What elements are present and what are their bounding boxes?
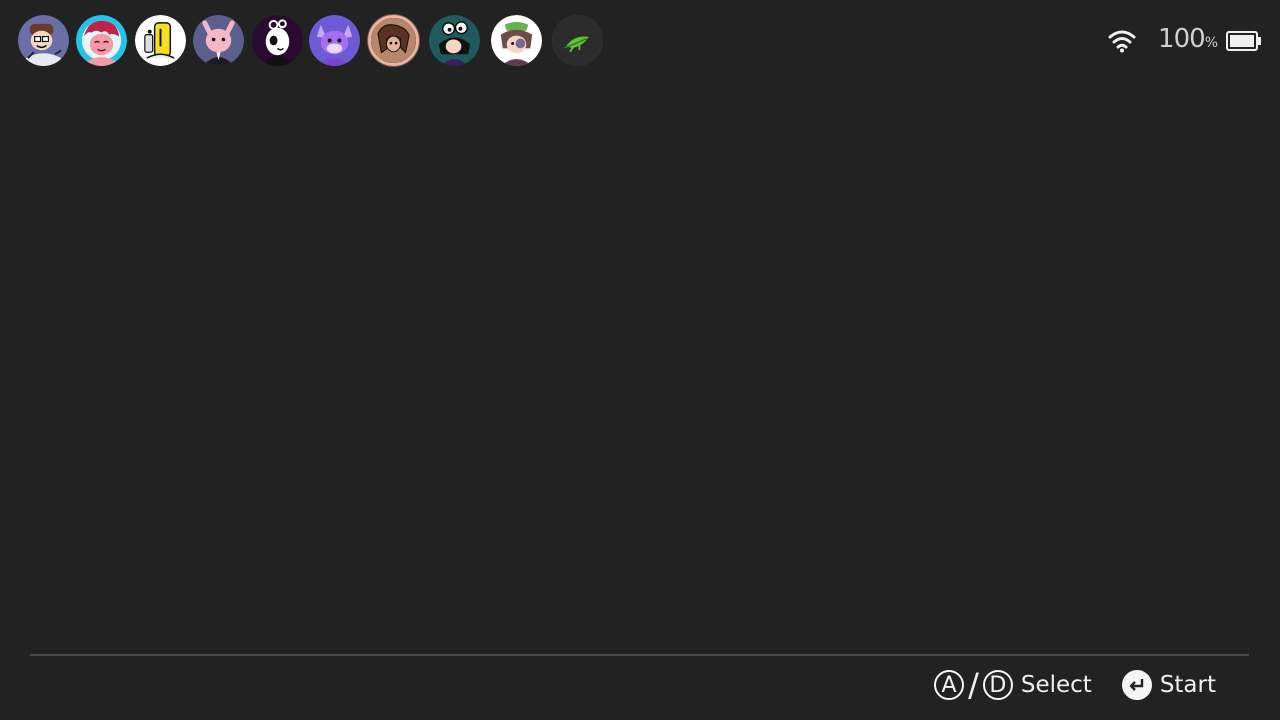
leaf-icon	[564, 36, 589, 53]
status-area: 100%	[1108, 24, 1262, 58]
user-avatar-2[interactable]	[76, 15, 127, 66]
avatar-art	[371, 18, 416, 63]
avatar-art	[429, 15, 480, 66]
user-avatar-1[interactable]	[18, 15, 69, 66]
battery-value: 100	[1158, 24, 1206, 54]
avatar-art	[18, 15, 69, 66]
a-button-icon: A	[934, 670, 965, 700]
wifi-icon	[1108, 30, 1136, 53]
select-hint[interactable]: A / D Select	[934, 666, 1092, 704]
start-label: Start	[1159, 672, 1216, 698]
avatar-art	[252, 15, 303, 66]
avatar-art	[491, 15, 542, 66]
avatar-art	[76, 15, 127, 66]
battery-percentage: 100%	[1158, 22, 1218, 60]
avatar-art	[309, 15, 360, 66]
user-avatar-4[interactable]	[193, 15, 244, 66]
hint-separator: /	[968, 666, 979, 704]
user-avatar-5[interactable]	[252, 15, 303, 66]
add-user-button[interactable]	[552, 15, 603, 66]
enter-arrow-glyph	[1129, 679, 1144, 691]
avatar-art	[135, 15, 186, 66]
avatar-art	[193, 15, 244, 66]
footer-divider	[30, 654, 1249, 656]
battery-unit: %	[1204, 35, 1218, 51]
user-avatar-8[interactable]	[429, 15, 480, 66]
select-label: Select	[1020, 672, 1092, 698]
user-avatar-6[interactable]	[309, 15, 360, 66]
user-avatar-7-selected[interactable]	[368, 15, 419, 66]
user-avatar-9[interactable]	[491, 15, 542, 66]
d-button-icon: D	[982, 670, 1013, 700]
user-avatar-3[interactable]	[135, 15, 186, 66]
battery-full-icon	[1226, 31, 1261, 51]
start-hint[interactable]: Start	[1121, 670, 1216, 700]
button-hints: A / D Select Start	[934, 665, 1216, 705]
home-screen: 100% A / D Select Start	[0, 0, 1280, 720]
enter-icon	[1121, 670, 1152, 700]
